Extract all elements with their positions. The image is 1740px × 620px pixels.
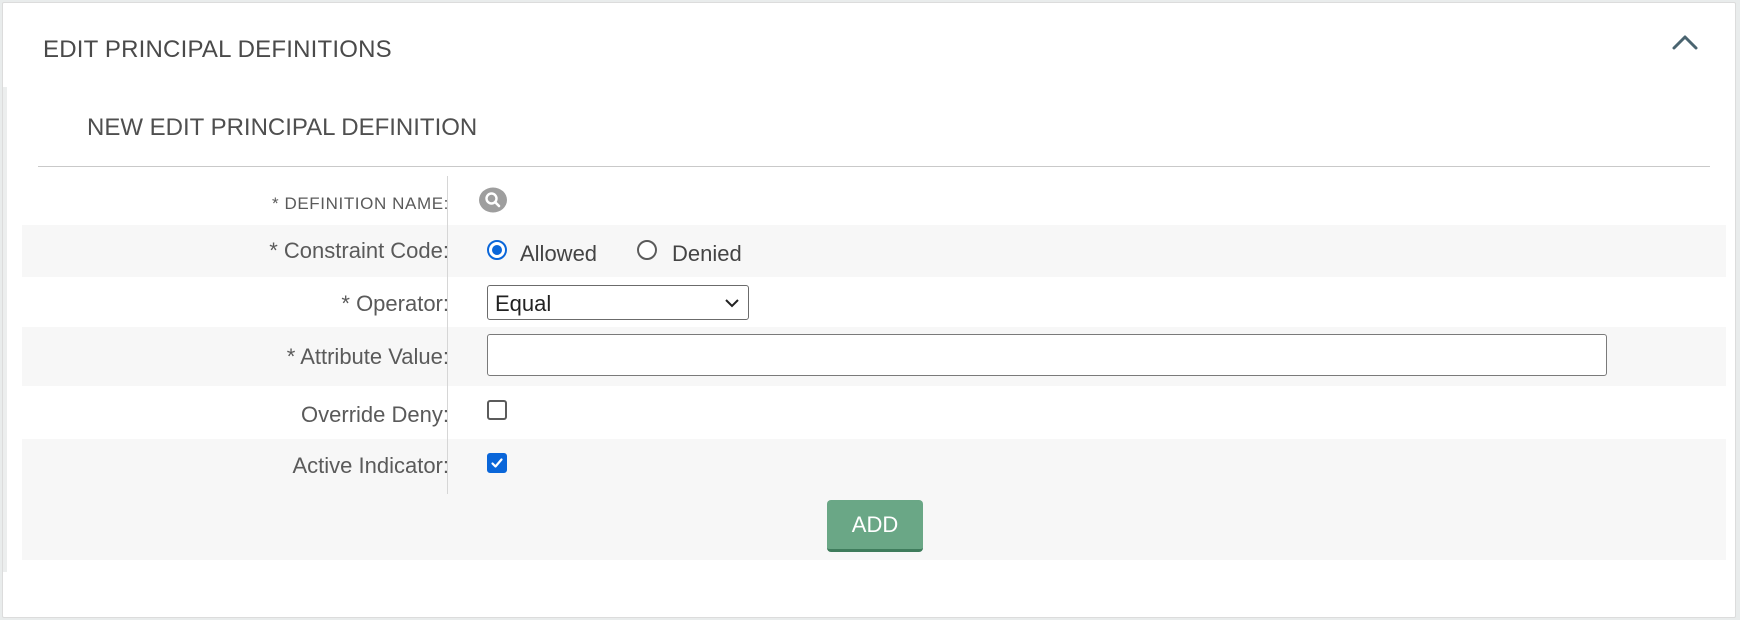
row-active-indicator: Active Indicator: ADD [22, 439, 1726, 560]
attribute-value-label: * Attribute Value: [286, 344, 449, 369]
section-title: NEW EDIT PRINCIPAL DEFINITION [87, 114, 478, 141]
edit-principal-definitions-panel: EDIT PRINCIPAL DEFINITIONS NEW EDIT PRIN… [2, 2, 1736, 618]
denied-radio-label[interactable]: Denied [672, 241, 742, 267]
override-deny-label: Override Deny: [301, 402, 449, 427]
operator-label: * Operator: [341, 291, 449, 316]
search-icon[interactable] [478, 187, 508, 213]
panel-title: EDIT PRINCIPAL DEFINITIONS [43, 36, 392, 63]
active-indicator-checkbox[interactable] [487, 453, 507, 473]
left-rail [3, 87, 7, 572]
denied-radio[interactable] [637, 240, 657, 260]
checkmark-icon [491, 458, 503, 468]
label-column-divider [447, 176, 448, 494]
allowed-radio[interactable] [487, 240, 507, 260]
definition-form: * DEFINITION NAME: * Constraint Code: Al… [22, 176, 1726, 560]
row-definition-name: * DEFINITION NAME: [22, 176, 1726, 225]
row-constraint-code: * Constraint Code: Allowed Denied [22, 225, 1726, 277]
definition-name-label: * DEFINITION NAME: [271, 194, 449, 213]
section-divider [38, 166, 1710, 167]
add-button[interactable]: ADD [827, 500, 923, 552]
row-override-deny: Override Deny: [22, 386, 1726, 439]
row-attribute-value: * Attribute Value: [22, 327, 1726, 386]
override-deny-checkbox[interactable] [487, 400, 507, 420]
chevron-down-icon [725, 299, 739, 308]
attribute-value-input[interactable] [487, 334, 1607, 376]
operator-select-value: Equal [495, 291, 552, 316]
allowed-radio-label[interactable]: Allowed [520, 241, 597, 267]
operator-select[interactable]: Equal [487, 285, 749, 320]
panel-header: EDIT PRINCIPAL DEFINITIONS [3, 3, 1735, 93]
constraint-code-label: * Constraint Code: [269, 238, 449, 263]
active-indicator-label: Active Indicator: [292, 453, 449, 478]
chevron-up-icon[interactable] [1669, 29, 1701, 55]
row-operator: * Operator: Equal [22, 277, 1726, 327]
